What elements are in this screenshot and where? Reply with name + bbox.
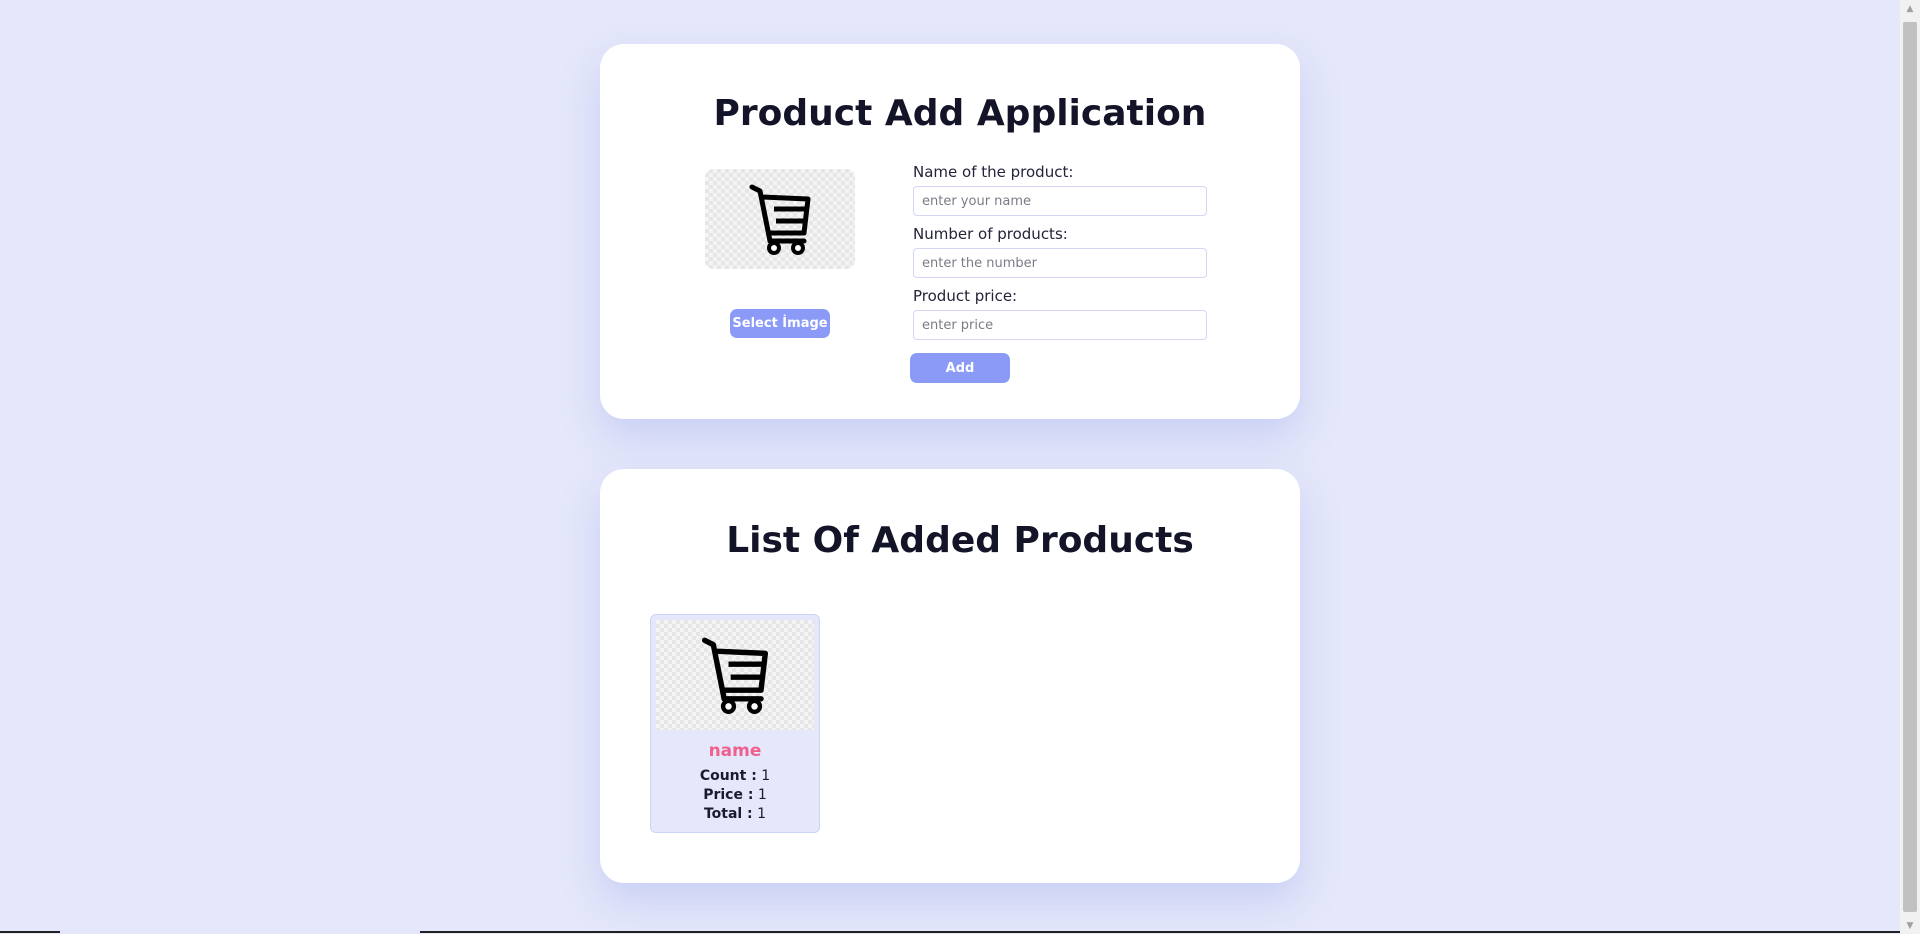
- product-list-title: List Of Added Products: [726, 520, 1194, 561]
- add-product-title: Product Add Application: [713, 93, 1207, 134]
- product-price-label: Price :: [703, 787, 754, 803]
- product-count-label: Number of products:: [913, 225, 1068, 243]
- product-name-input[interactable]: [913, 186, 1207, 216]
- product-count-input[interactable]: [913, 248, 1207, 278]
- product-price: Price : 1: [651, 787, 819, 803]
- product-count-label: Count :: [699, 768, 757, 784]
- product-card: name Count : 1 Price : 1 Total : 1: [650, 614, 820, 833]
- product-name-label: Name of the product:: [913, 163, 1074, 181]
- shopping-cart-icon: [749, 184, 811, 255]
- image-preview: [705, 169, 855, 269]
- product-name: name: [708, 741, 762, 761]
- product-count-value: 1: [761, 768, 771, 784]
- scrollbar-thumb[interactable]: [1903, 22, 1917, 912]
- product-count: Count : 1: [651, 768, 819, 784]
- product-price-label: Product price:: [913, 287, 1018, 305]
- shopping-cart-icon: [701, 637, 769, 714]
- vertical-scrollbar[interactable]: ▲ ▼: [1900, 0, 1920, 934]
- product-total-value: 1: [757, 806, 767, 822]
- page: Product Add Application Select İmage Nam…: [0, 0, 1920, 934]
- product-price-value: 1: [757, 787, 767, 803]
- scroll-down-arrow-icon[interactable]: ▼: [1900, 917, 1920, 934]
- product-total: Total : 1: [651, 806, 819, 822]
- product-total-label: Total :: [703, 806, 753, 822]
- product-price-input[interactable]: [913, 310, 1207, 340]
- product-image: [656, 620, 814, 730]
- add-button[interactable]: Add: [910, 353, 1010, 383]
- scroll-up-arrow-icon[interactable]: ▲: [1900, 0, 1920, 17]
- select-image-button[interactable]: Select İmage: [730, 309, 830, 338]
